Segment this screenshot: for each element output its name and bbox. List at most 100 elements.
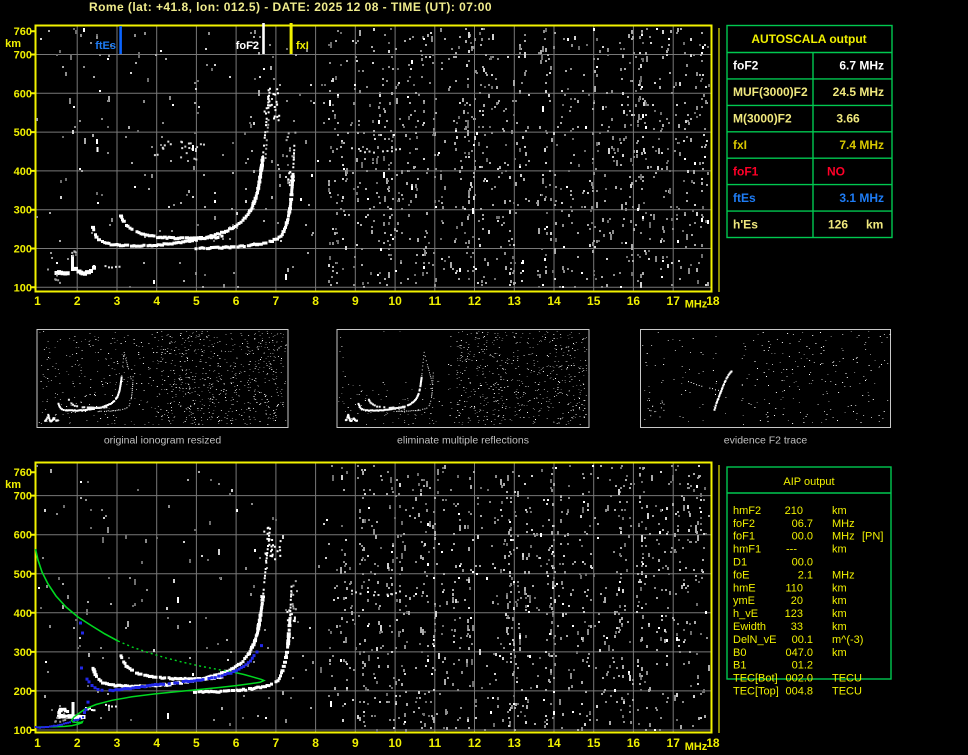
svg-text:3: 3 xyxy=(114,294,121,308)
svg-text:foF2: foF2 xyxy=(733,59,759,73)
svg-text:km: km xyxy=(866,217,883,231)
svg-text:km: km xyxy=(832,608,847,620)
svg-text:3.1 MHz: 3.1 MHz xyxy=(839,191,884,205)
svg-text:fxI: fxI xyxy=(733,138,747,152)
svg-text:12: 12 xyxy=(468,736,482,750)
svg-text:700: 700 xyxy=(14,50,32,62)
svg-text:m^(-3): m^(-3) xyxy=(832,634,863,646)
svg-text:fxI: fxI xyxy=(296,40,309,52)
svg-text:110: 110 xyxy=(785,582,803,594)
svg-text:5: 5 xyxy=(193,294,200,308)
svg-text:4: 4 xyxy=(153,294,160,308)
svg-text:7: 7 xyxy=(273,294,280,308)
svg-text:4: 4 xyxy=(153,736,160,750)
svg-text:10: 10 xyxy=(388,294,402,308)
svg-text:16: 16 xyxy=(627,294,641,308)
svg-text:DelN_vE: DelN_vE xyxy=(733,634,776,646)
svg-text:MHz: MHz xyxy=(832,531,855,543)
svg-text:3.66: 3.66 xyxy=(836,112,860,126)
svg-text:km: km xyxy=(832,647,847,659)
svg-text:126: 126 xyxy=(828,217,848,231)
svg-text:B1: B1 xyxy=(733,660,746,672)
svg-text:km: km xyxy=(832,505,847,517)
svg-text:17: 17 xyxy=(667,736,681,750)
svg-text:1: 1 xyxy=(34,736,41,750)
svg-text:17: 17 xyxy=(667,294,681,308)
svg-text:210: 210 xyxy=(785,505,803,517)
svg-text:100: 100 xyxy=(14,282,32,294)
svg-text:km: km xyxy=(5,479,21,491)
svg-text:00.0: 00.0 xyxy=(792,557,813,569)
svg-text:km: km xyxy=(832,582,847,594)
svg-text:13: 13 xyxy=(508,736,522,750)
svg-text:NO: NO xyxy=(827,164,845,178)
svg-text:047.0: 047.0 xyxy=(785,647,813,659)
svg-text:---: --- xyxy=(786,544,797,556)
svg-text:00.1: 00.1 xyxy=(792,634,813,646)
svg-text:MHz: MHz xyxy=(685,741,708,753)
svg-text:2: 2 xyxy=(74,736,81,750)
svg-text:AIP output: AIP output xyxy=(783,476,834,488)
svg-text:km: km xyxy=(832,621,847,633)
svg-text:7: 7 xyxy=(273,736,280,750)
svg-text:ymE: ymE xyxy=(733,595,755,607)
svg-text:foF1: foF1 xyxy=(733,164,759,178)
svg-text:foE: foE xyxy=(733,569,750,581)
svg-text:km: km xyxy=(5,38,21,50)
svg-text:7.4 MHz: 7.4 MHz xyxy=(839,138,884,152)
svg-text:11: 11 xyxy=(428,294,441,308)
svg-text:20: 20 xyxy=(791,595,803,607)
svg-text:TEC[Bot]: TEC[Bot] xyxy=(733,673,778,685)
svg-text:400: 400 xyxy=(14,608,32,620)
svg-text:6.7 MHz: 6.7 MHz xyxy=(839,59,884,73)
svg-text:M(3000)F2: M(3000)F2 xyxy=(733,112,792,126)
svg-text:600: 600 xyxy=(14,530,32,542)
svg-text:700: 700 xyxy=(14,491,32,503)
svg-text:00.0: 00.0 xyxy=(792,531,813,543)
svg-text:3: 3 xyxy=(114,736,121,750)
svg-text:500: 500 xyxy=(14,127,32,139)
svg-text:6: 6 xyxy=(233,736,240,750)
svg-text:11: 11 xyxy=(428,736,441,750)
svg-text:evidence F2 trace: evidence F2 trace xyxy=(724,435,808,447)
svg-text:13: 13 xyxy=(508,294,522,308)
svg-text:300: 300 xyxy=(14,647,32,659)
svg-text:ftEs: ftEs xyxy=(733,191,756,205)
svg-text:ftEs: ftEs xyxy=(95,40,116,52)
svg-text:500: 500 xyxy=(14,569,32,581)
svg-text:12: 12 xyxy=(468,294,482,308)
svg-text:AUTOSCALA output: AUTOSCALA output xyxy=(751,32,866,46)
svg-text:24.5 MHz: 24.5 MHz xyxy=(833,85,884,99)
svg-text:9: 9 xyxy=(352,736,359,750)
svg-text:foF2: foF2 xyxy=(733,518,755,530)
svg-text:MHz: MHz xyxy=(832,569,855,581)
svg-text:01.2: 01.2 xyxy=(792,660,813,672)
svg-text:16: 16 xyxy=(627,736,641,750)
svg-text:200: 200 xyxy=(14,686,32,698)
svg-text:TECU: TECU xyxy=(832,686,862,698)
svg-text:D1: D1 xyxy=(733,557,747,569)
svg-text:100: 100 xyxy=(14,725,32,737)
svg-text:TECU: TECU xyxy=(832,673,862,685)
svg-text:km: km xyxy=(832,544,847,556)
svg-text:MUF(3000)F2: MUF(3000)F2 xyxy=(733,85,808,99)
svg-text:Ewidth: Ewidth xyxy=(733,621,766,633)
svg-text:Rome (lat: +41.8, lon: 012.5): Rome (lat: +41.8, lon: 012.5) - DATE: 20… xyxy=(89,0,492,14)
svg-text:760: 760 xyxy=(14,467,32,479)
svg-text:300: 300 xyxy=(14,205,32,217)
svg-text:2: 2 xyxy=(74,294,81,308)
svg-text:600: 600 xyxy=(14,88,32,100)
svg-text:km: km xyxy=(832,595,847,607)
svg-text:6: 6 xyxy=(233,294,240,308)
svg-text:18: 18 xyxy=(706,736,720,750)
svg-text:foF1: foF1 xyxy=(733,531,755,543)
svg-text:15: 15 xyxy=(587,736,601,750)
svg-text:18: 18 xyxy=(706,294,720,308)
svg-text:10: 10 xyxy=(388,736,402,750)
svg-text:14: 14 xyxy=(547,294,561,308)
svg-text:1: 1 xyxy=(34,294,41,308)
svg-text:TEC[Top]: TEC[Top] xyxy=(733,686,779,698)
svg-text:33: 33 xyxy=(791,621,803,633)
svg-text:hmF1: hmF1 xyxy=(733,544,761,556)
svg-text:06.7: 06.7 xyxy=(792,518,813,530)
